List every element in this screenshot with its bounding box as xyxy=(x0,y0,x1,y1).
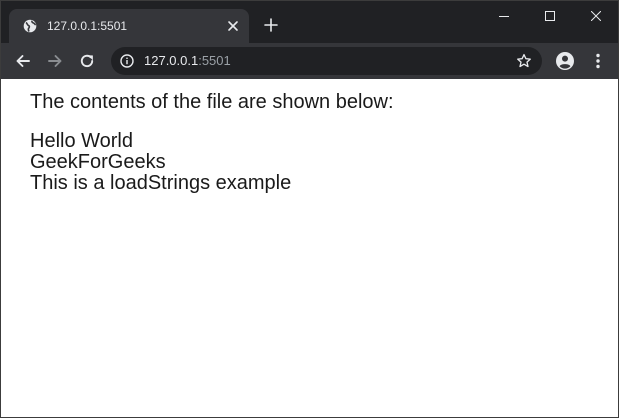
url-text: 127.0.0.1:5501 xyxy=(144,53,231,69)
site-info-icon[interactable] xyxy=(120,54,134,68)
reload-icon[interactable] xyxy=(78,52,96,70)
tab-title: 127.0.0.1:5501 xyxy=(47,19,128,33)
page-content: The contents of the file are shown below… xyxy=(1,79,618,417)
bookmark-star-icon[interactable] xyxy=(516,53,532,69)
maximize-icon xyxy=(545,11,555,21)
file-line: This is a loadStrings example xyxy=(30,172,292,194)
browser-window: 127.0.0.1:5501 127.0.0.1:5501 The conten… xyxy=(0,0,619,418)
url-port: :5501 xyxy=(198,53,231,68)
tab-close-icon[interactable] xyxy=(225,18,241,34)
intro-text: The contents of the file are shown below… xyxy=(30,91,394,113)
profile-account-icon[interactable] xyxy=(555,51,575,71)
new-tab-plus-icon[interactable] xyxy=(263,17,279,33)
browser-tab[interactable]: 127.0.0.1:5501 xyxy=(9,9,249,43)
minimize-icon xyxy=(499,16,509,17)
url-host: 127.0.0.1 xyxy=(144,53,199,68)
file-contents: Hello World GeekForGeeks This is a loadS… xyxy=(30,131,291,194)
close-icon xyxy=(591,11,601,21)
forward-arrow-icon[interactable] xyxy=(46,52,64,70)
tab-strip: 127.0.0.1:5501 xyxy=(1,1,618,43)
toolbar: 127.0.0.1:5501 xyxy=(1,43,618,79)
file-line: Hello World xyxy=(30,130,133,152)
close-window-button[interactable] xyxy=(573,1,618,31)
maximize-button[interactable] xyxy=(527,1,573,31)
globe-icon xyxy=(23,19,37,33)
kebab-menu-icon[interactable] xyxy=(589,52,607,70)
address-bar[interactable]: 127.0.0.1:5501 xyxy=(111,47,542,75)
file-line: GeekForGeeks xyxy=(30,151,166,173)
back-arrow-icon[interactable] xyxy=(14,52,32,70)
minimize-button[interactable] xyxy=(481,1,527,31)
